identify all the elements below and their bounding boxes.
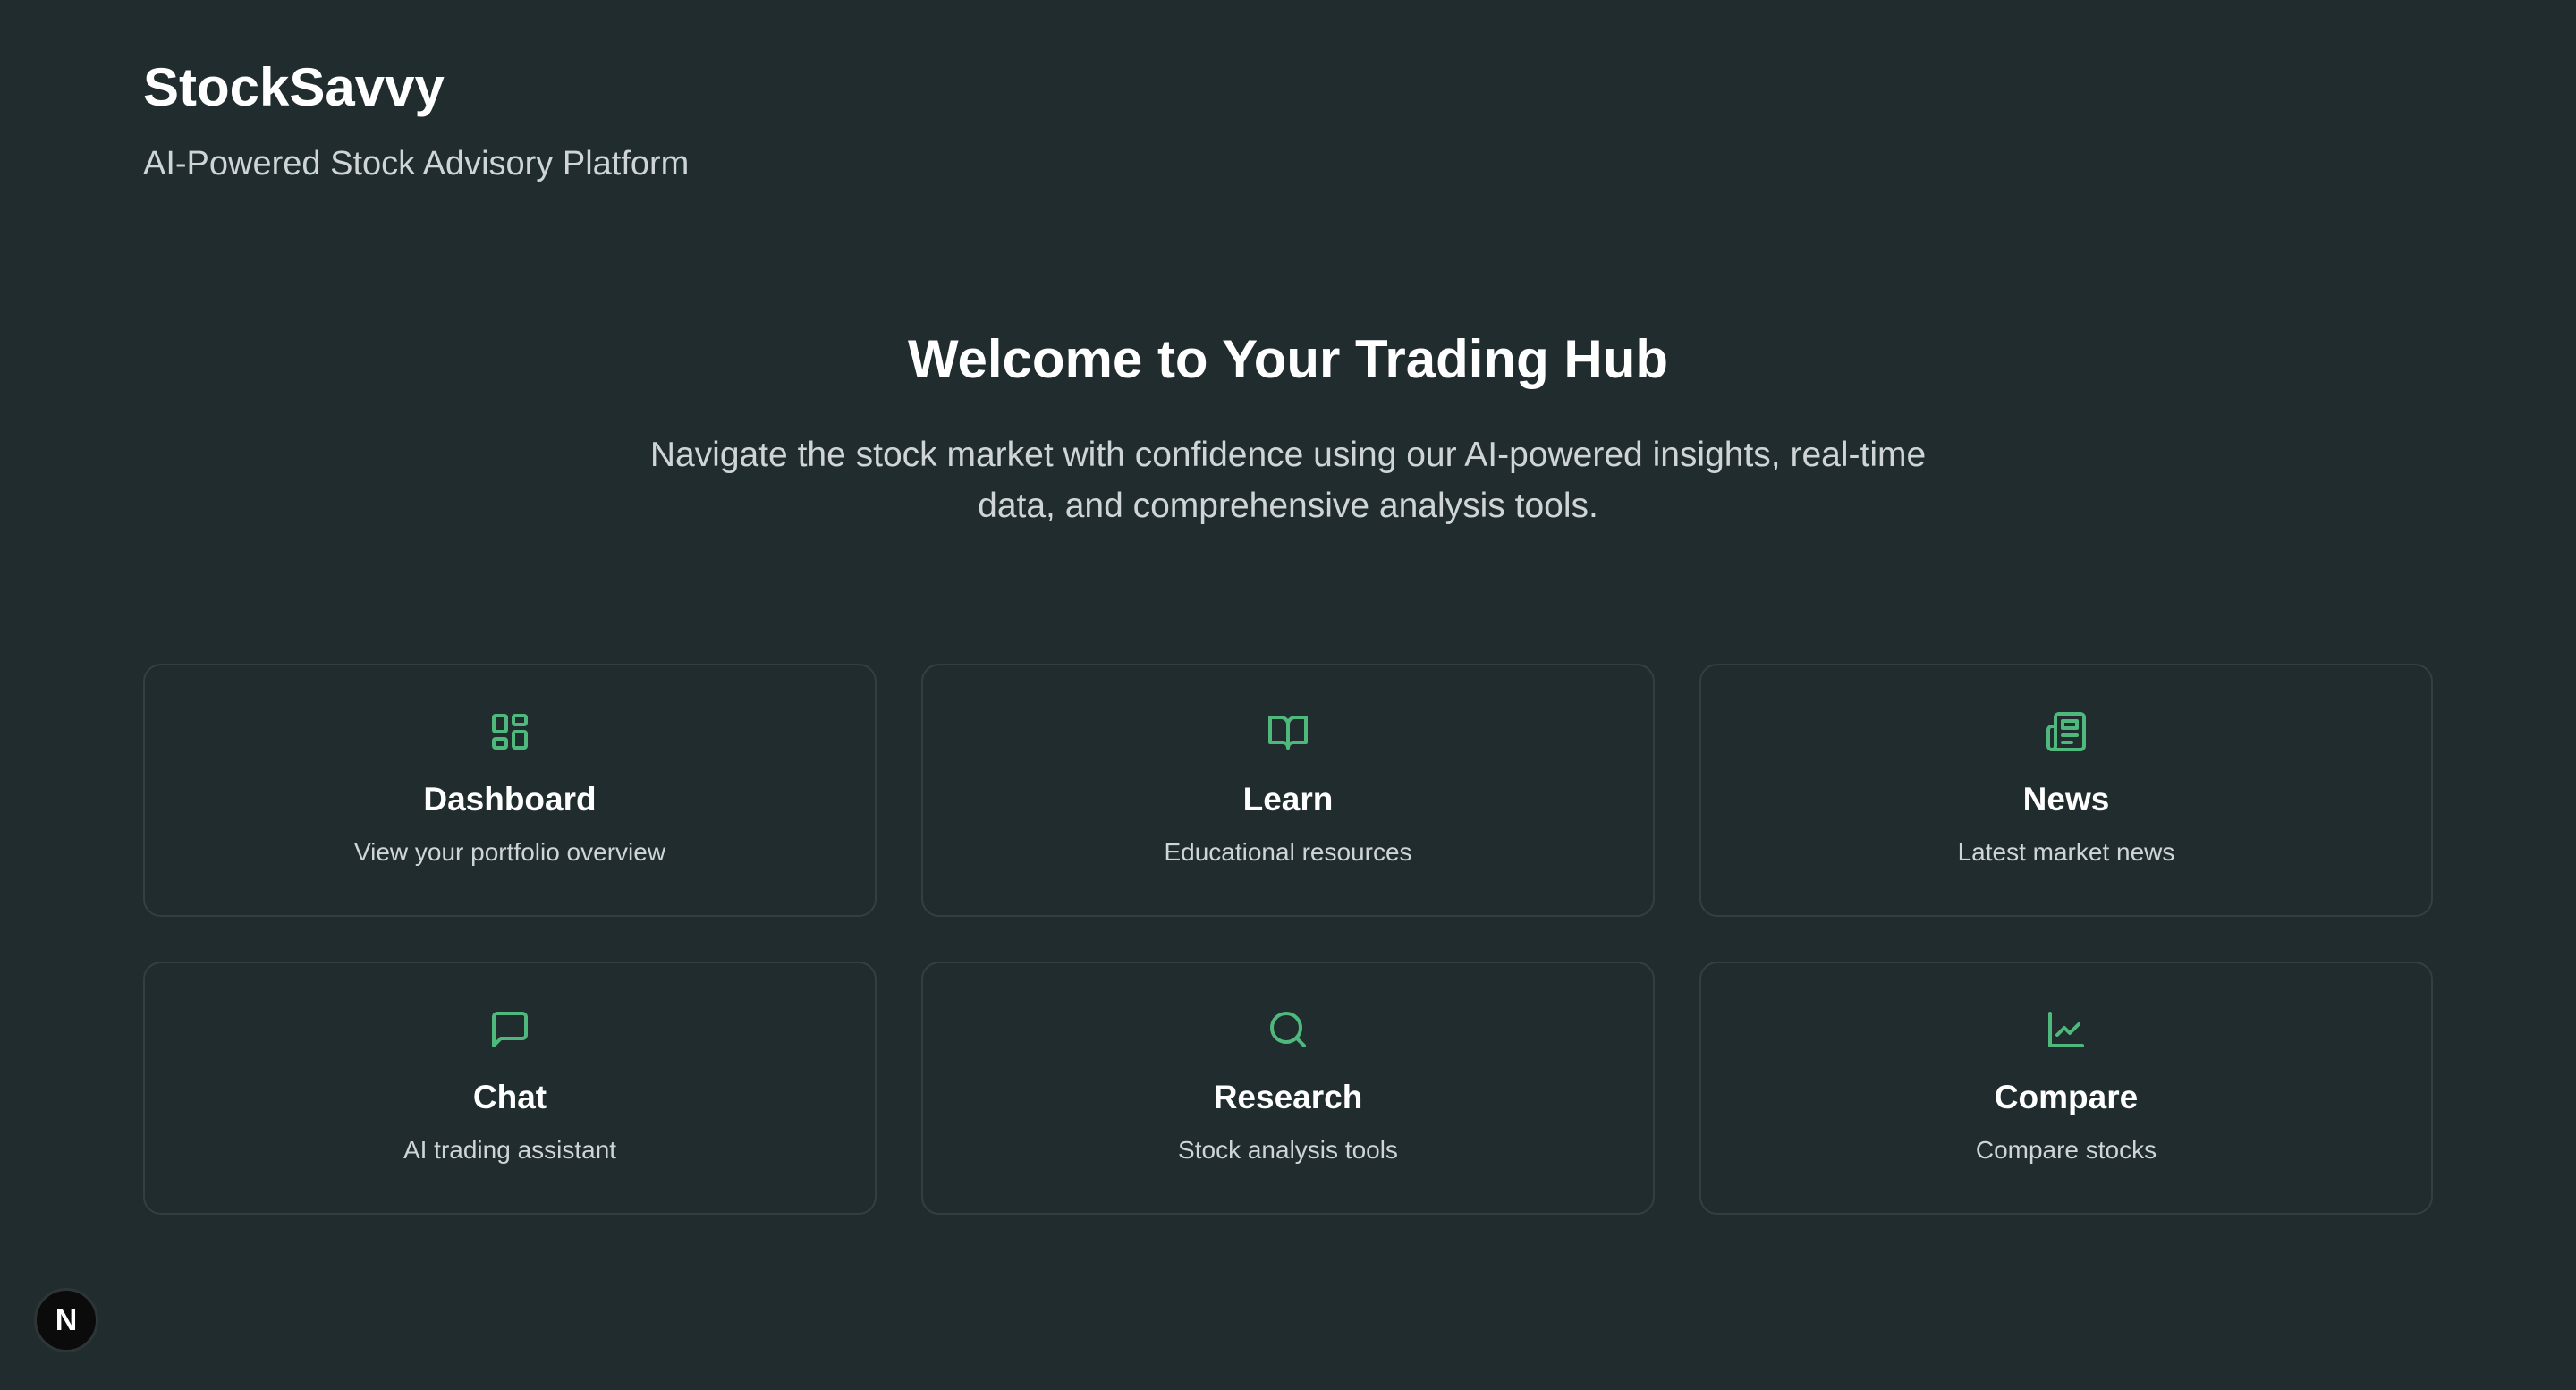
- card-description: Educational resources: [1164, 838, 1412, 866]
- badge-letter: N: [55, 1303, 78, 1337]
- card-description: Compare stocks: [1975, 1136, 2157, 1164]
- card-chat[interactable]: Chat AI trading assistant: [143, 962, 877, 1215]
- card-title: Research: [1213, 1079, 1363, 1115]
- search-icon: [1267, 1008, 1309, 1051]
- card-title: Compare: [1994, 1079, 2139, 1115]
- card-title: Chat: [472, 1079, 547, 1115]
- newspaper-icon: [2045, 710, 2088, 753]
- page-subtitle: Navigate the stock market with confidenc…: [649, 436, 1927, 525]
- feature-grid: Dashboard View your portfolio overview L…: [143, 664, 2433, 1215]
- card-compare[interactable]: Compare Compare stocks: [1699, 962, 2433, 1215]
- book-icon: [1267, 710, 1309, 753]
- message-icon: [488, 1008, 531, 1051]
- card-title: News: [2022, 781, 2110, 818]
- brand-tagline: AI-Powered Stock Advisory Platform: [143, 145, 690, 182]
- dashboard-icon: [488, 710, 531, 753]
- brand-title: StockSavvy: [143, 57, 445, 117]
- card-description: Stock analysis tools: [1178, 1136, 1398, 1164]
- card-description: Latest market news: [1957, 838, 2175, 866]
- page-title: Welcome to Your Trading Hub: [907, 329, 1669, 389]
- nextjs-logo-icon[interactable]: N: [34, 1288, 98, 1352]
- line-chart-icon: [2045, 1008, 2088, 1051]
- card-description: View your portfolio overview: [353, 838, 666, 866]
- hero-section: Welcome to Your Trading Hub Navigate the…: [0, 324, 2576, 531]
- card-news[interactable]: News Latest market news: [1699, 664, 2433, 917]
- card-title: Learn: [1242, 781, 1334, 818]
- card-description: AI trading assistant: [402, 1136, 617, 1164]
- card-title: Dashboard: [423, 781, 597, 818]
- card-dashboard[interactable]: Dashboard View your portfolio overview: [143, 664, 877, 917]
- header: StockSavvy AI-Powered Stock Advisory Pla…: [143, 55, 689, 184]
- card-research[interactable]: Research Stock analysis tools: [921, 962, 1655, 1215]
- card-learn[interactable]: Learn Educational resources: [921, 664, 1655, 917]
